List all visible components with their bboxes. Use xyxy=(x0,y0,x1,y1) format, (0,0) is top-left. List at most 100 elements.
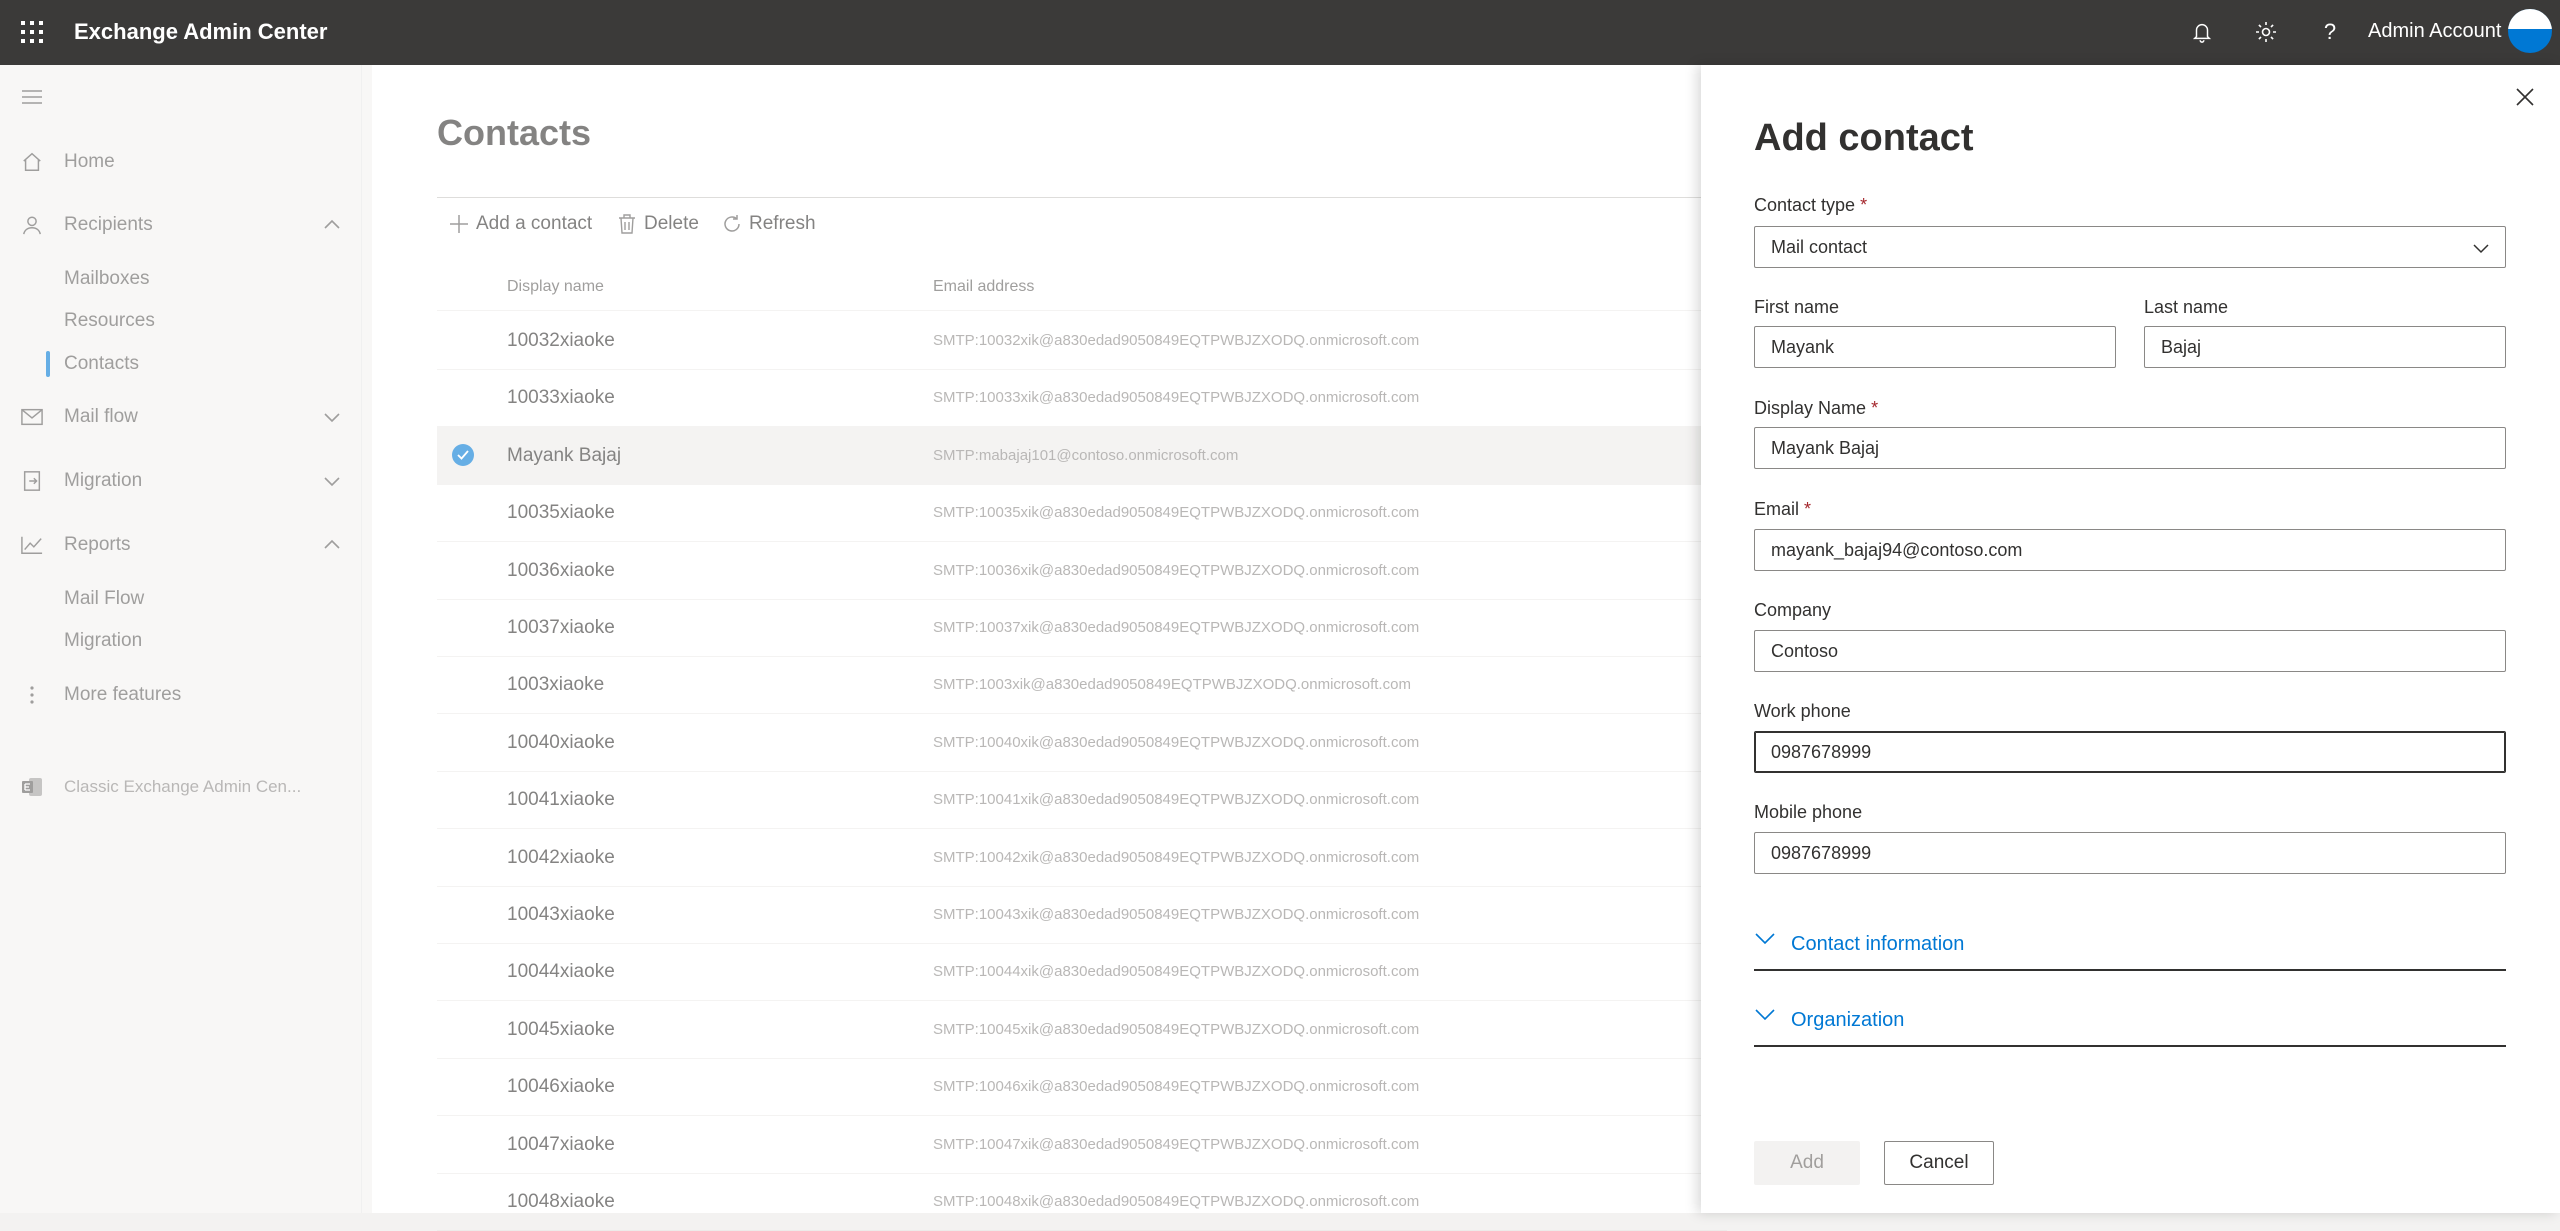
first-name-label: First name xyxy=(1754,297,1840,317)
table-row[interactable]: Mayank Bajaj SMTP:mabajaj101@contoso.onmi… xyxy=(437,426,1727,485)
app-launcher-icon[interactable] xyxy=(20,20,44,44)
table-row[interactable]: 10042xiaoke SMTP:10042xik@a830edad9050849… xyxy=(437,829,1727,887)
company-field[interactable]: Contoso xyxy=(1754,630,2506,672)
section-organization[interactable]: Organization xyxy=(1754,999,2506,1047)
table-row[interactable]: 10036xiaoke SMTP:10036xik@a830edad9050849… xyxy=(437,542,1727,600)
refresh-icon xyxy=(721,213,743,235)
nav-item-contacts[interactable]: Contacts xyxy=(0,344,361,384)
nav-label-migration: Migration xyxy=(64,470,143,491)
row-display-name: 10047xiaoke xyxy=(507,1133,615,1155)
nav-label-reports-mail-flow: Mail Flow xyxy=(64,588,145,609)
nav-label-reports: Reports xyxy=(64,534,131,555)
row-email: SMTP:10046xik@a830edad9050849EQTPWBJZXOD… xyxy=(933,1078,1420,1096)
column-header-email[interactable]: Email address xyxy=(933,278,1034,296)
add-button[interactable]: Add xyxy=(1754,1141,1860,1185)
left-navigation: Home Recipients Mailboxes Resources Cont… xyxy=(0,65,362,1213)
column-header-display-name[interactable]: Display name xyxy=(507,278,604,296)
row-display-name: 10033xiaoke xyxy=(507,387,615,409)
table-row[interactable]: 10035xiaoke SMTP:10035xik@a830edad9050849… xyxy=(437,484,1727,543)
panel-title: Add contact xyxy=(1754,117,1974,159)
main-content: Contacts Add a contact Delete Refresh Di… xyxy=(372,65,1727,1231)
row-display-name: 10032xiaoke xyxy=(507,330,615,351)
row-email: SMTP:10032xik@a830edad9050849EQTPWBJZXOD… xyxy=(933,332,1420,349)
chevron-up-icon xyxy=(322,535,342,555)
notifications-bell-icon[interactable] xyxy=(2188,18,2216,46)
row-display-name: Mayank Bajaj xyxy=(507,444,622,466)
contact-type-dropdown[interactable]: Mail contact xyxy=(1754,226,2506,268)
nav-item-classic-eac[interactable]: Classic Exchange Admin Cen... xyxy=(0,767,361,807)
work-phone-label: Work phone xyxy=(1754,701,1851,721)
nav-item-mail-flow[interactable]: Mail flow xyxy=(0,397,361,437)
nav-item-reports[interactable]: Reports xyxy=(0,525,361,565)
chevron-up-icon xyxy=(322,215,342,235)
table-row[interactable]: 10045xiaoke SMTP:10045xik@a830edad9050849… xyxy=(437,1001,1727,1059)
help-question-icon[interactable]: ? xyxy=(2316,18,2344,46)
table-row[interactable]: 10037xiaoke SMTP:10037xik@a830edad9050849… xyxy=(437,599,1727,657)
header-divider xyxy=(437,310,1727,311)
close-panel-button[interactable] xyxy=(2511,83,2539,111)
company-label: Company xyxy=(1754,600,1832,620)
table-row[interactable]: 1003xiaoke SMTP:1003xik@a830edad9050849EQ… xyxy=(437,656,1727,715)
nav-item-recipients[interactable]: Recipients xyxy=(0,205,361,245)
nav-label-contacts: Contacts xyxy=(64,353,139,374)
close-icon xyxy=(2516,88,2534,106)
mobile-phone-label: Mobile phone xyxy=(1754,802,1863,822)
refresh-button[interactable]: Refresh xyxy=(721,213,816,235)
nav-item-reports-mail-flow[interactable]: Mail Flow xyxy=(0,579,361,619)
display-name-field[interactable]: Mayank Bajaj xyxy=(1754,427,2506,469)
row-display-name: 10037xiaoke xyxy=(507,617,615,638)
mail-icon xyxy=(20,405,44,429)
section-contact-information[interactable]: Contact information xyxy=(1754,923,2506,971)
table-row[interactable]: 10047xiaoke SMTP:10047xik@a830edad9050849… xyxy=(437,1116,1727,1174)
delete-button[interactable]: Delete xyxy=(616,213,699,235)
row-display-name: 10043xiaoke xyxy=(507,904,615,925)
row-email: SMTP:10047xik@a830edad9050849EQTPWBJZXOD… xyxy=(933,1135,1420,1153)
work-phone-field[interactable]: 0987678999 xyxy=(1754,731,2506,773)
row-display-name: 1003xiaoke xyxy=(507,674,605,696)
add-contact-button[interactable]: Add a contact xyxy=(448,213,592,235)
refresh-label: Refresh xyxy=(749,213,816,234)
table-row[interactable]: 10032xiaoke SMTP:10032xik@a830edad9050849… xyxy=(437,312,1727,370)
checkmark-circle-icon[interactable] xyxy=(452,443,474,466)
chevron-down-icon xyxy=(1754,1007,1778,1027)
row-display-name: 10045xiaoke xyxy=(507,1018,615,1040)
trash-icon xyxy=(616,213,638,235)
nav-item-resources[interactable]: Resources xyxy=(0,301,361,341)
app-title[interactable]: Exchange Admin Center xyxy=(74,19,327,45)
nav-collapse-button[interactable] xyxy=(0,77,361,117)
nav-item-more-features[interactable]: More features xyxy=(0,675,361,715)
table-row[interactable]: 10041xiaoke SMTP:10041xik@a830edad9050849… xyxy=(437,771,1727,830)
row-email: SMTP:10043xik@a830edad9050849EQTPWBJZXOD… xyxy=(933,906,1420,923)
row-email: SMTP:10042xik@a830edad9050849EQTPWBJZXOD… xyxy=(933,848,1420,866)
nav-label-reports-migration: Migration xyxy=(64,630,143,651)
table-row[interactable]: 10044xiaoke SMTP:10044xik@a830edad9050849… xyxy=(437,943,1727,1002)
table-row[interactable]: 10040xiaoke SMTP:10040xik@a830edad9050849… xyxy=(437,714,1727,772)
first-name-field[interactable]: Mayank xyxy=(1754,326,2116,368)
last-name-field[interactable]: Bajaj xyxy=(2144,326,2506,368)
last-name-label: Last name xyxy=(2144,297,2229,317)
row-display-name: 10041xiaoke xyxy=(507,789,615,811)
nav-label-classic-eac: Classic Exchange Admin Cen... xyxy=(64,777,302,796)
email-label: Email * xyxy=(1754,499,1812,519)
avatar[interactable] xyxy=(2508,9,2552,53)
account-name[interactable]: Admin Account xyxy=(2368,20,2501,43)
email-field[interactable]: mayank_bajaj94@contoso.com xyxy=(1754,529,2506,571)
nav-item-home[interactable]: Home xyxy=(0,142,361,182)
table-row[interactable]: 10048xiaoke SMTP:10048xik@a830edad9050849… xyxy=(437,1173,1727,1231)
delete-label: Delete xyxy=(644,213,699,234)
nav-item-mailboxes[interactable]: Mailboxes xyxy=(0,259,361,299)
migration-icon xyxy=(20,469,44,493)
table-row[interactable]: 10033xiaoke SMTP:10033xik@a830edad9050849… xyxy=(437,369,1727,428)
nav-label-resources: Resources xyxy=(64,310,155,331)
more-vertical-icon xyxy=(20,683,44,707)
nav-item-reports-migration[interactable]: Migration xyxy=(0,621,361,661)
table-row[interactable]: 10043xiaoke SMTP:10043xik@a830edad9050849… xyxy=(437,886,1727,944)
cancel-button[interactable]: Cancel xyxy=(1884,1141,1994,1185)
page-title: Contacts xyxy=(437,112,592,153)
row-display-name: 10042xiaoke xyxy=(507,846,615,868)
row-email: SMTP:10041xik@a830edad9050849EQTPWBJZXOD… xyxy=(933,791,1420,809)
mobile-phone-field[interactable]: 0987678999 xyxy=(1754,832,2506,874)
settings-gear-icon[interactable] xyxy=(2252,18,2280,46)
nav-item-migration[interactable]: Migration xyxy=(0,461,361,501)
table-row[interactable]: 10046xiaoke SMTP:10046xik@a830edad9050849… xyxy=(437,1058,1727,1117)
